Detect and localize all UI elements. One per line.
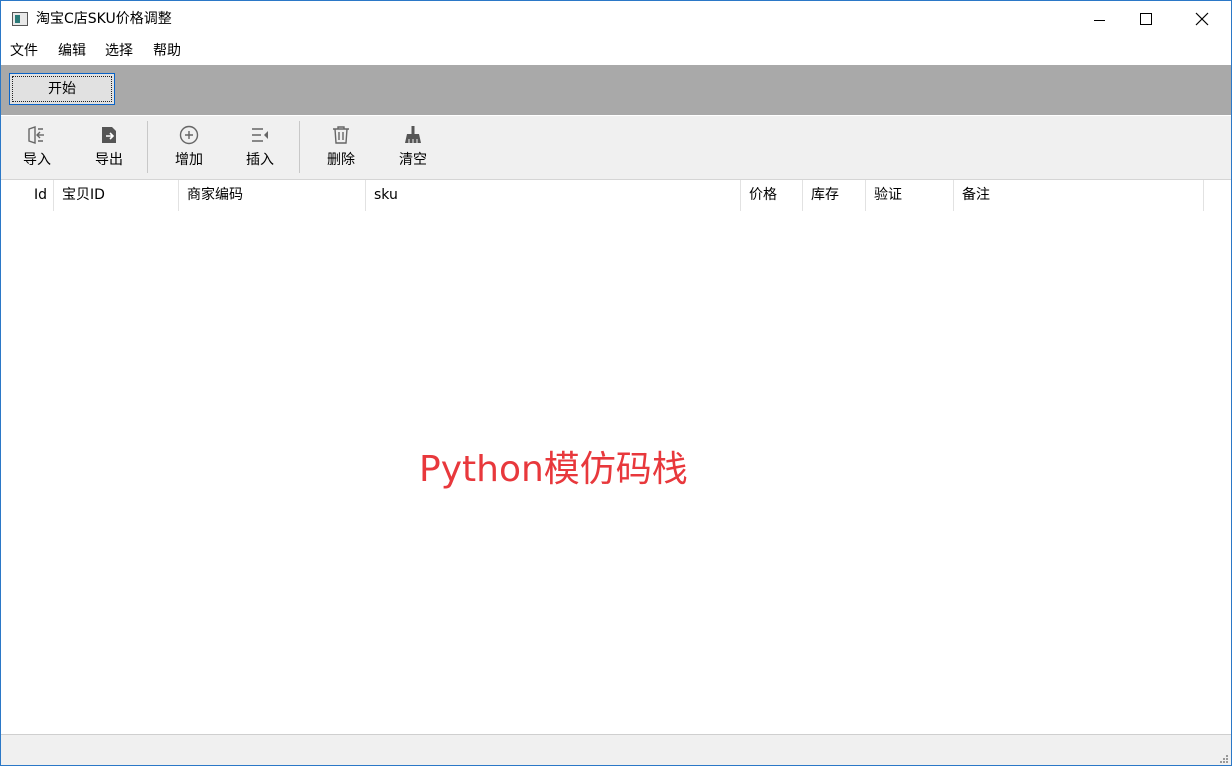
menu-help[interactable]: 帮助 (153, 42, 181, 60)
delete-label: 删除 (327, 152, 355, 168)
plus-circle-icon (179, 125, 199, 145)
column-header-item-id[interactable]: 宝贝ID (54, 180, 179, 211)
app-icon (12, 12, 28, 26)
toolbar-separator (147, 121, 148, 173)
add-button[interactable]: 增加 (158, 120, 220, 176)
import-button[interactable]: 导入 (6, 120, 68, 176)
close-icon (1195, 12, 1209, 26)
toolbar-separator (299, 121, 300, 173)
insert-label: 插入 (246, 152, 274, 168)
clear-button[interactable]: 清空 (382, 120, 444, 176)
data-table[interactable]: Id 宝贝ID 商家编码 sku 价格 库存 验证 备注 Python模仿码栈 (1, 180, 1231, 733)
watermark-text: Python模仿码栈 (419, 449, 688, 490)
column-header-sku[interactable]: sku (366, 180, 741, 211)
status-bar (1, 734, 1231, 765)
clear-label: 清空 (399, 152, 427, 168)
maximize-icon (1140, 13, 1152, 25)
minimize-button[interactable] (1077, 1, 1123, 38)
menu-bar: 文件 编辑 选择 帮助 (1, 39, 1231, 64)
main-window: 淘宝C店SKU价格调整 文件 编辑 选择 帮助 开始 导入 导出 增加 插入 删… (0, 0, 1232, 766)
close-button[interactable] (1179, 1, 1225, 38)
import-label: 导入 (23, 152, 51, 168)
broom-icon (405, 126, 421, 143)
menu-file[interactable]: 文件 (10, 42, 38, 60)
title-bar: 淘宝C店SKU价格调整 (1, 1, 1231, 38)
minimize-icon (1094, 20, 1105, 21)
column-header-verify[interactable]: 验证 (866, 180, 954, 211)
add-label: 增加 (175, 152, 203, 168)
start-button[interactable]: 开始 (9, 73, 115, 105)
column-header-note[interactable]: 备注 (954, 180, 1204, 211)
export-label: 导出 (95, 152, 123, 168)
resize-grip-icon[interactable] (1217, 752, 1229, 764)
insert-row-icon (252, 128, 268, 142)
trash-icon (333, 126, 349, 144)
column-header-id[interactable]: Id (1, 180, 54, 211)
window-title: 淘宝C店SKU价格调整 (36, 11, 172, 27)
table-header: Id 宝贝ID 商家编码 sku 价格 库存 验证 备注 (1, 180, 1231, 211)
menu-edit[interactable]: 编辑 (58, 42, 86, 60)
maximize-button[interactable] (1123, 1, 1169, 38)
menu-select[interactable]: 选择 (105, 42, 133, 60)
export-icon (102, 127, 116, 143)
insert-button[interactable]: 插入 (229, 120, 291, 176)
export-button[interactable]: 导出 (78, 120, 140, 176)
action-band: 开始 (1, 65, 1231, 115)
toolbar: 导入 导出 增加 插入 删除 清空 (1, 116, 1231, 180)
import-icon (28, 126, 44, 144)
column-header-stock[interactable]: 库存 (803, 180, 866, 211)
delete-button[interactable]: 删除 (310, 120, 372, 176)
column-header-merchant-code[interactable]: 商家编码 (179, 180, 366, 211)
column-header-price[interactable]: 价格 (741, 180, 803, 211)
